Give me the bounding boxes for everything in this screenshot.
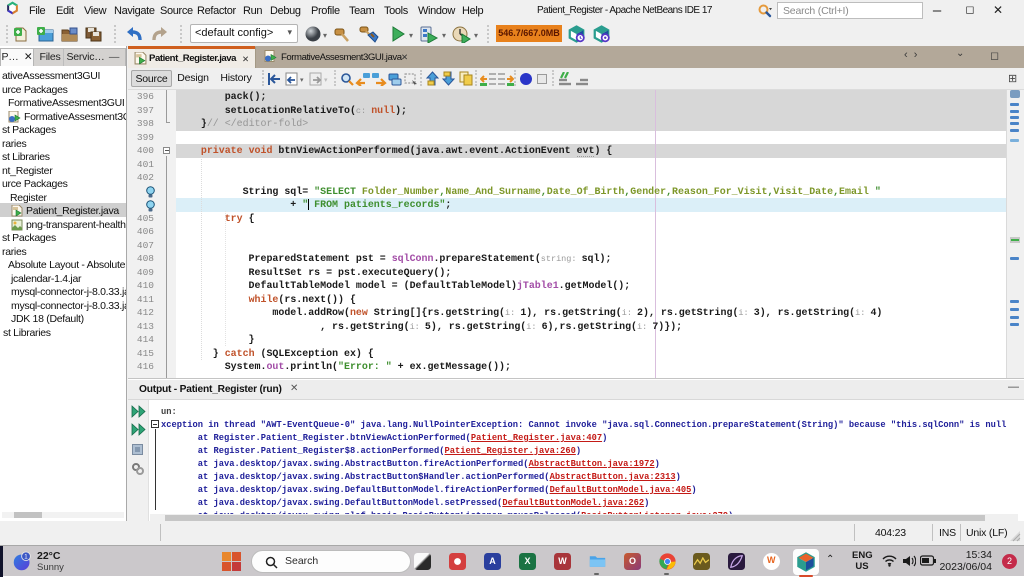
svg-text:1: 1 xyxy=(24,553,28,560)
